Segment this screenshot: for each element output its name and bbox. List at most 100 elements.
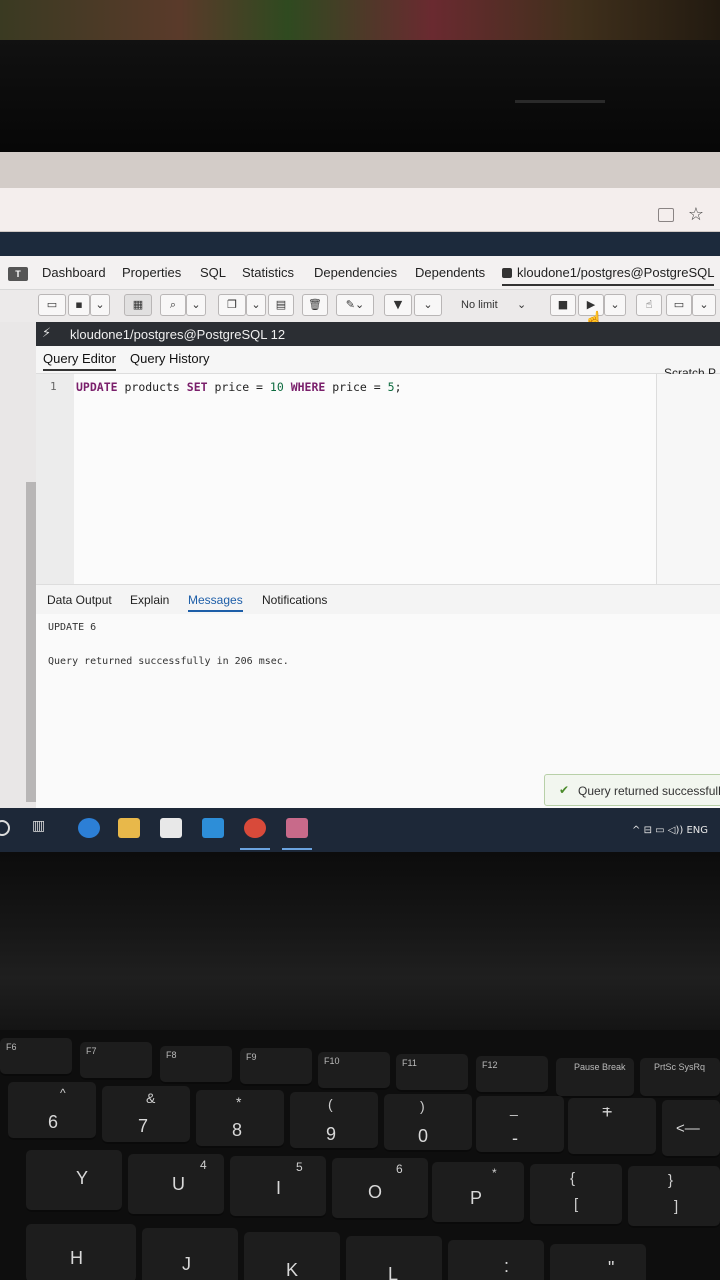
key-sub-label: * <box>492 1166 497 1180</box>
key-minus: _ - <box>476 1096 564 1154</box>
key-sub-label: [ <box>574 1196 579 1213</box>
key-label: F6 <box>6 1042 17 1052</box>
edge-icon[interactable] <box>78 818 100 838</box>
copy-icon[interactable]: ❐ <box>218 294 246 316</box>
key-6: ^ 6 <box>8 1082 96 1140</box>
key-backspace: <— <box>662 1100 720 1158</box>
key-label: 0 <box>418 1126 429 1146</box>
mail-icon[interactable] <box>202 818 224 838</box>
tab-statistics[interactable]: Statistics <box>242 265 294 280</box>
tab-dashboard[interactable]: Dashboard <box>42 265 106 280</box>
tab-explain[interactable]: Explain <box>130 593 169 607</box>
task-view-icon[interactable]: ▥ <box>32 818 54 838</box>
key-k: K <box>244 1232 340 1280</box>
grid-icon[interactable]: ▦ <box>124 294 152 316</box>
key-label: <— <box>676 1120 700 1137</box>
key-shift-label: ( <box>328 1096 333 1112</box>
key-shift-label: ^ <box>60 1086 66 1100</box>
database-icon <box>502 268 512 278</box>
reader-mode-icon[interactable] <box>658 208 674 222</box>
key-f6: F6 <box>0 1038 72 1076</box>
tab-sql[interactable]: SQL <box>200 265 226 280</box>
success-toast[interactable]: ✔ Query returned successfully <box>544 774 720 806</box>
sql-number: 5 <box>387 380 395 394</box>
tab-properties[interactable]: Properties <box>122 265 181 280</box>
key-9: (9 <box>290 1092 378 1150</box>
key-label: PrtSc SysRq <box>654 1062 706 1072</box>
open-file-icon[interactable]: ▭ <box>38 294 66 316</box>
key-label: P <box>470 1188 483 1208</box>
key-label: I <box>276 1178 282 1198</box>
paste-icon[interactable]: ▤ <box>268 294 294 316</box>
edit-dropdown-icon[interactable]: ✎⌄ <box>336 294 374 316</box>
key-label: F12 <box>482 1060 498 1070</box>
scratch-pad[interactable] <box>656 374 720 594</box>
search-icon[interactable]: ⌕ <box>160 294 186 316</box>
search-circle-icon[interactable] <box>0 820 10 836</box>
tab-messages[interactable]: Messages <box>188 593 243 612</box>
store-icon[interactable] <box>160 818 182 838</box>
browser-tab-strip <box>0 152 720 188</box>
key-label: 7 <box>138 1116 149 1136</box>
tab-data-output[interactable]: Data Output <box>47 593 112 607</box>
filter-dropdown-chevron-icon[interactable]: ⌄ <box>414 294 442 316</box>
key-f11: F11 <box>396 1054 468 1092</box>
save-icon[interactable]: ▪ <box>68 294 90 316</box>
laptop-lower-bezel <box>0 852 720 1032</box>
row-limit-select[interactable]: No limit <box>461 294 498 316</box>
sql-editor[interactable]: 1 UPDATE products SET price = 10 WHERE p… <box>36 374 656 594</box>
output-tab-bar: Data Output Explain Messages Notificatio… <box>36 584 720 614</box>
macros-icon[interactable]: ▭ <box>666 294 692 316</box>
line-number: 1 <box>50 380 57 393</box>
connection-status-icon[interactable]: ⚡ <box>42 326 51 341</box>
toast-message: Query returned successfully <box>578 784 720 798</box>
execute-dropdown-chevron-icon[interactable]: ⌄ <box>604 294 626 316</box>
pgadmin-app-icon[interactable] <box>286 818 308 838</box>
row-limit-chevron-icon[interactable]: ⌄ <box>517 294 526 316</box>
sql-text: products <box>117 380 187 394</box>
chrome-icon[interactable] <box>244 818 266 838</box>
tab-query-tool[interactable]: kloudone1/postgres@PostgreSQL <box>502 265 715 286</box>
editor-tab-bar: Query Editor Query History <box>36 346 720 374</box>
delete-icon[interactable]: 🗑 <box>302 294 328 316</box>
bookmark-star-icon[interactable]: ☆ <box>688 204 704 225</box>
key-label: Pause Break <box>574 1062 626 1072</box>
key-label: H <box>70 1248 83 1268</box>
laptop-screen: ☆ T Dashboard Properties SQL Statistics … <box>0 152 720 842</box>
filter-icon[interactable]: ▼ <box>384 294 412 316</box>
key-label: O <box>368 1182 383 1202</box>
tab-notifications[interactable]: Notifications <box>262 593 327 607</box>
code-line[interactable]: UPDATE products SET price = 10 WHERE pri… <box>76 380 402 394</box>
key-bracket-left: {[ <box>530 1164 622 1226</box>
key-j: J <box>142 1228 238 1280</box>
commit-hand-icon[interactable]: ☝ <box>636 294 662 316</box>
sql-keyword: WHERE <box>290 380 326 394</box>
stop-icon[interactable]: ■ <box>550 294 576 316</box>
sql-text: ; <box>394 380 402 394</box>
tab-query-history[interactable]: Query History <box>130 351 209 366</box>
key-sub-label: 5 <box>296 1160 303 1174</box>
tab-dependencies[interactable]: Dependencies <box>314 265 397 280</box>
file-explorer-icon[interactable] <box>118 818 140 838</box>
browser-address-bar[interactable] <box>0 188 720 232</box>
save-dropdown-chevron-icon[interactable]: ⌄ <box>90 294 110 316</box>
tab-dependents[interactable]: Dependents <box>415 265 485 280</box>
pgadmin-active-indicator <box>282 848 312 850</box>
key-label: - <box>512 1128 518 1148</box>
connection-bar: ⚡ kloudone1/postgres@PostgreSQL 12 <box>36 322 720 346</box>
key-label: F11 <box>402 1058 417 1068</box>
system-tray[interactable]: ^ ⊟ ▭ ◁)) ENG <box>632 825 708 836</box>
key-label: L <box>388 1264 399 1280</box>
macros-dropdown-chevron-icon[interactable]: ⌄ <box>692 294 716 316</box>
tab-query-editor[interactable]: Query Editor <box>43 351 116 371</box>
copy-dropdown-chevron-icon[interactable]: ⌄ <box>246 294 266 316</box>
key-plus: = + <box>568 1098 656 1156</box>
key-label: + <box>602 1102 613 1122</box>
key-f12: F12 <box>476 1056 548 1094</box>
editor-scrollbar[interactable] <box>26 482 36 802</box>
key-p: * P <box>432 1162 524 1224</box>
windows-taskbar: ▥ ^ ⊟ ▭ ◁)) ENG <box>0 808 720 852</box>
query-toolbar: ▭ ▪ ⌄ ▦ ⌕ ⌄ ❐ ⌄ ▤ 🗑 ✎⌄ ▼ ⌄ No limit ⌄ ■ … <box>0 290 720 322</box>
search-dropdown-chevron-icon[interactable]: ⌄ <box>186 294 206 316</box>
